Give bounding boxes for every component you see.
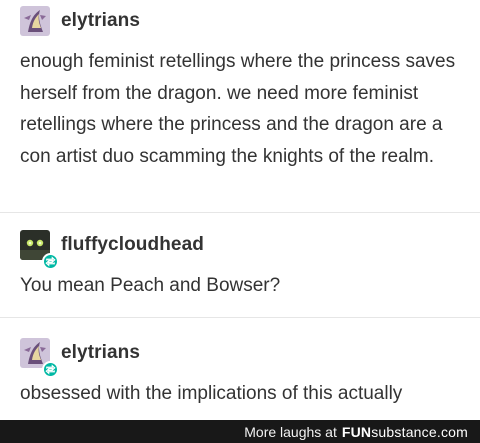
post-header: elytrians bbox=[20, 6, 140, 36]
post-header: fluffycloudhead bbox=[20, 230, 204, 270]
site-brand[interactable]: FUNsubstance.com bbox=[342, 424, 468, 440]
reblog-icon bbox=[42, 361, 59, 378]
username[interactable]: elytrians bbox=[61, 342, 140, 364]
post-text: obsessed with the implications of this a… bbox=[20, 383, 403, 404]
post-3: elytrians obsessed with the implications… bbox=[0, 318, 480, 420]
dragon-art-avatar-icon bbox=[20, 6, 50, 36]
post-2: fluffycloudhead You mean Peach and Bowse… bbox=[0, 213, 480, 317]
post-text: enough feminist retellings where the pri… bbox=[20, 51, 456, 167]
username[interactable]: elytrians bbox=[61, 10, 140, 32]
username[interactable]: fluffycloudhead bbox=[61, 234, 204, 256]
post-1: elytrians enough feminist retellings whe… bbox=[0, 0, 480, 212]
footer-watermark: More laughs at FUNsubstance.com bbox=[0, 420, 480, 443]
reblog-icon bbox=[42, 253, 59, 270]
post-header: elytrians bbox=[20, 338, 140, 378]
avatar[interactable] bbox=[20, 338, 59, 378]
footer-prefix: More laughs at bbox=[244, 423, 337, 440]
brand-rest: substance.com bbox=[371, 423, 468, 440]
brand-bold: FUN bbox=[341, 423, 372, 440]
avatar[interactable] bbox=[20, 6, 50, 36]
post-text: You mean Peach and Bowser? bbox=[20, 275, 281, 296]
avatar[interactable] bbox=[20, 230, 59, 270]
